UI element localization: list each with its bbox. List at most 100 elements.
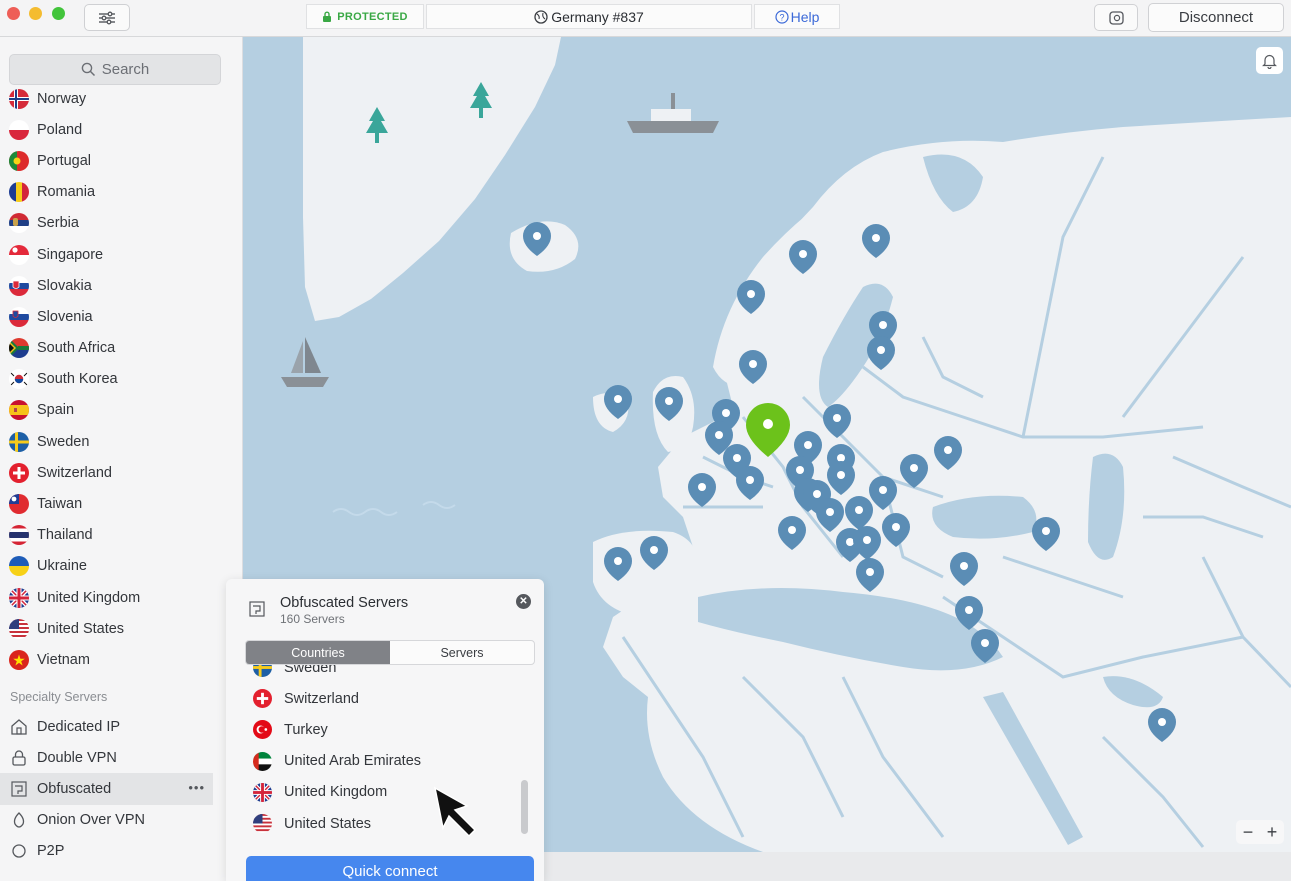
serbia-flag-icon bbox=[9, 213, 29, 234]
specialty-label: Dedicated IP bbox=[37, 718, 121, 735]
obfuscated-icon bbox=[9, 779, 29, 799]
country-label: Switzerland bbox=[37, 464, 112, 481]
mouse-pointer-icon bbox=[433, 786, 477, 838]
country-item-south-africa[interactable]: South Africa bbox=[0, 333, 242, 364]
panel-scrollbar[interactable] bbox=[521, 780, 528, 834]
country-label: Ukraine bbox=[37, 558, 87, 575]
more-options-icon[interactable]: ••• bbox=[188, 780, 205, 795]
south-korea-flag-icon bbox=[9, 369, 29, 390]
help-link[interactable]: ? Help bbox=[754, 4, 840, 29]
sliders-icon bbox=[99, 11, 115, 24]
country-label: Norway bbox=[37, 90, 87, 107]
country-label: Portugal bbox=[37, 152, 92, 169]
country-label: South Korea bbox=[37, 371, 118, 388]
specialty-item-onion-over-vpn[interactable]: Onion Over VPN bbox=[0, 805, 242, 836]
panel-server-count: 160 Servers bbox=[280, 612, 345, 626]
country-label: United States bbox=[37, 620, 125, 637]
country-item-switzerland[interactable]: Switzerland bbox=[0, 457, 242, 488]
country-item-ukraine[interactable]: Ukraine bbox=[0, 551, 242, 582]
server-name: Germany #837 bbox=[551, 8, 644, 25]
country-item-sweden[interactable]: Sweden bbox=[0, 426, 242, 457]
country-item-slovenia[interactable]: Slovenia bbox=[0, 301, 242, 332]
panel-country-list: Sweden Switzerland Turkey United Arab Em… bbox=[226, 665, 544, 833]
current-server: Germany #837 bbox=[426, 4, 752, 29]
south-africa-flag-icon bbox=[9, 338, 29, 359]
country-label: Slovenia bbox=[37, 308, 93, 325]
lock-icon bbox=[323, 11, 332, 22]
panel-country-turkey[interactable]: Turkey bbox=[226, 714, 526, 745]
minimize-window-button[interactable] bbox=[29, 7, 42, 20]
sidebar: Search Norway Poland Portugal Romania Se… bbox=[0, 37, 243, 881]
sweden-flag-icon bbox=[9, 431, 29, 452]
zoom-in-button[interactable]: + bbox=[1267, 822, 1278, 843]
specialty-item-dedicated-ip[interactable]: Dedicated IP bbox=[0, 711, 242, 742]
country-item-portugal[interactable]: Portugal bbox=[0, 145, 242, 176]
help-label: Help bbox=[790, 8, 820, 25]
specialty-servers-heading: Specialty Servers bbox=[10, 690, 108, 704]
slovenia-flag-icon bbox=[9, 306, 29, 327]
panel-tabs: Countries Servers bbox=[245, 640, 535, 665]
singapore-flag-icon bbox=[9, 244, 29, 265]
quick-connect-button[interactable]: Quick connect bbox=[246, 856, 534, 881]
panel-title: Obfuscated Servers bbox=[280, 595, 409, 611]
maximize-window-button[interactable] bbox=[52, 7, 65, 20]
onion-icon bbox=[9, 810, 29, 830]
country-item-taiwan[interactable]: Taiwan bbox=[0, 488, 242, 519]
status-text: PROTECTED bbox=[337, 10, 408, 23]
panel-country-label: Sweden bbox=[284, 665, 337, 676]
panel-country-label: United States bbox=[284, 815, 372, 832]
specialty-label: Double VPN bbox=[37, 749, 117, 766]
map-pin-icon bbox=[523, 222, 1176, 742]
specialty-label: Obfuscated bbox=[37, 780, 112, 797]
country-item-thailand[interactable]: Thailand bbox=[0, 520, 242, 551]
search-input[interactable]: Search bbox=[9, 54, 221, 85]
spain-flag-icon bbox=[9, 400, 29, 421]
country-list: Norway Poland Portugal Romania Serbia Si… bbox=[0, 83, 242, 676]
country-item-vietnam[interactable]: Vietnam bbox=[0, 644, 242, 675]
tab-countries[interactable]: Countries bbox=[246, 641, 390, 664]
panel-country-switzerland[interactable]: Switzerland bbox=[226, 683, 526, 714]
settings-sliders-button[interactable] bbox=[84, 4, 130, 31]
panel-country-label: United Kingdom bbox=[284, 784, 388, 801]
panel-country-sweden[interactable]: Sweden bbox=[226, 665, 526, 683]
country-item-poland[interactable]: Poland bbox=[0, 114, 242, 145]
country-item-singapore[interactable]: Singapore bbox=[0, 239, 242, 270]
poland-flag-icon bbox=[9, 119, 29, 140]
country-label: Spain bbox=[37, 402, 75, 419]
disconnect-button[interactable]: Disconnect bbox=[1148, 3, 1284, 32]
country-item-serbia[interactable]: Serbia bbox=[0, 208, 242, 239]
specialty-item-p2p[interactable]: P2P bbox=[0, 836, 242, 867]
tab-servers[interactable]: Servers bbox=[390, 641, 534, 664]
slovakia-flag-icon bbox=[9, 275, 29, 296]
uae-flag-icon bbox=[253, 751, 272, 771]
obfuscated-servers-panel: Obfuscated Servers 160 Servers ✕ Countri… bbox=[226, 579, 544, 881]
close-panel-button[interactable]: ✕ bbox=[516, 594, 531, 609]
close-window-button[interactable] bbox=[7, 7, 20, 20]
country-label: South Africa bbox=[37, 340, 116, 357]
specialty-item-obfuscated[interactable]: Obfuscated ••• bbox=[0, 773, 213, 805]
title-bar: PROTECTED Germany #837 ? Help Disconnect bbox=[0, 0, 1291, 37]
house-icon bbox=[9, 717, 29, 737]
p2p-icon bbox=[9, 841, 29, 861]
country-item-slovakia[interactable]: Slovakia bbox=[0, 270, 242, 301]
united-kingdom-flag-icon bbox=[9, 587, 29, 608]
zoom-out-button[interactable]: − bbox=[1243, 822, 1254, 843]
thailand-flag-icon bbox=[9, 525, 29, 546]
globe-icon bbox=[534, 9, 548, 24]
country-item-south-korea[interactable]: South Korea bbox=[0, 364, 242, 395]
country-item-united-kingdom[interactable]: United Kingdom bbox=[0, 582, 242, 613]
country-item-united-states[interactable]: United States bbox=[0, 613, 242, 644]
country-label: Romania bbox=[37, 184, 96, 201]
country-item-romania[interactable]: Romania bbox=[0, 177, 242, 208]
obfuscated-icon bbox=[248, 600, 266, 623]
specialty-item-double-vpn[interactable]: Double VPN bbox=[0, 742, 242, 773]
country-label: Sweden bbox=[37, 433, 90, 450]
notifications-button[interactable] bbox=[1256, 47, 1283, 74]
country-item-spain[interactable]: Spain bbox=[0, 395, 242, 426]
panel-country-uae[interactable]: United Arab Emirates bbox=[226, 746, 526, 777]
country-item-norway[interactable]: Norway bbox=[0, 83, 242, 114]
close-icon: ✕ bbox=[519, 596, 528, 607]
country-label: Serbia bbox=[37, 215, 79, 232]
svg-text:?: ? bbox=[779, 12, 784, 22]
threat-protection-button[interactable] bbox=[1094, 4, 1138, 31]
